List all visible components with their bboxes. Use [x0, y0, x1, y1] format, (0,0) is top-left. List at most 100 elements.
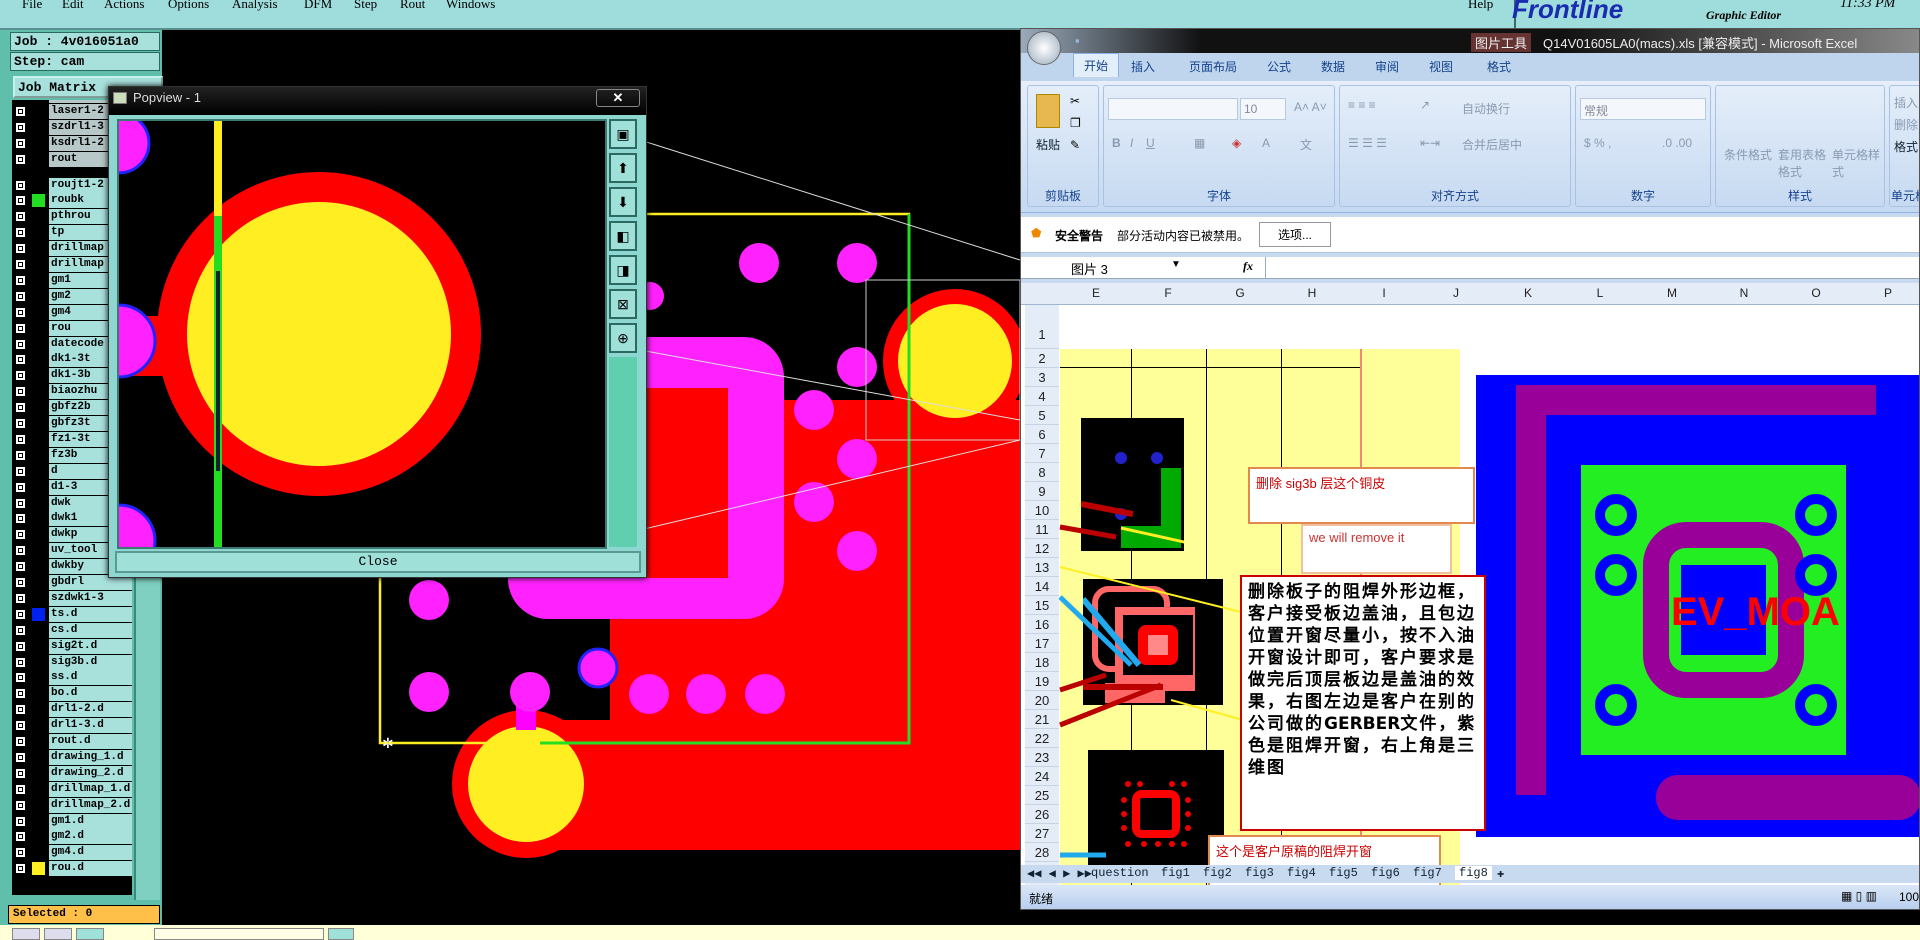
- row-header[interactable]: 3: [1025, 368, 1059, 387]
- column-header[interactable]: P: [1852, 286, 1919, 300]
- tab-data[interactable]: 数据: [1321, 58, 1345, 75]
- popview-canvas[interactable]: [117, 119, 607, 549]
- sheet-nav-icon[interactable]: ◀◀ ◀ ▶ ▶▶: [1027, 866, 1092, 881]
- align-left-icon[interactable]: ☰ ☰ ☰: [1348, 136, 1387, 150]
- popview-titlebar[interactable]: Popview - 1 ✕: [109, 87, 646, 115]
- formula-input[interactable]: [1265, 257, 1919, 278]
- format-painter-icon[interactable]: ✎: [1070, 138, 1080, 152]
- row-header[interactable]: 24: [1025, 767, 1059, 786]
- font-size-select[interactable]: 10: [1240, 98, 1286, 120]
- note-we-will-remove[interactable]: we will remove it: [1301, 524, 1452, 574]
- column-header[interactable]: L: [1564, 286, 1636, 300]
- row-header[interactable]: 25: [1025, 786, 1059, 805]
- row-header[interactable]: 12: [1025, 539, 1059, 558]
- tab-page-layout[interactable]: 页面布局: [1189, 58, 1237, 75]
- column-header[interactable]: K: [1492, 286, 1564, 300]
- row-header[interactable]: 10: [1025, 501, 1059, 520]
- tab-format[interactable]: 格式: [1487, 58, 1511, 75]
- column-header[interactable]: E: [1060, 286, 1132, 300]
- italic-button[interactable]: I: [1130, 136, 1133, 150]
- column-header[interactable]: O: [1780, 286, 1852, 300]
- row-header[interactable]: 19: [1025, 672, 1059, 691]
- merge-center-button[interactable]: 合并后居中: [1462, 136, 1522, 153]
- tab-home[interactable]: 开始: [1073, 53, 1120, 77]
- sheet-tab-fig5[interactable]: fig5: [1329, 866, 1358, 880]
- pan-right-button[interactable]: ◨: [609, 255, 637, 285]
- row-header[interactable]: 23: [1025, 748, 1059, 767]
- grow-font-icon[interactable]: A˄ A˅: [1294, 100, 1327, 114]
- cut-icon[interactable]: ✂: [1070, 94, 1080, 108]
- note-main-instruction[interactable]: 删除板子的阻焊外形边框，客户接受板边盖油，且包边位置开窗尽量小，按不入油开窗设计…: [1240, 575, 1486, 831]
- close-button[interactable]: Close: [115, 551, 641, 573]
- row-header[interactable]: 26: [1025, 805, 1059, 824]
- office-button[interactable]: [1027, 31, 1061, 65]
- format-table-button[interactable]: 套用表格格式: [1778, 146, 1828, 180]
- name-box[interactable]: 图片 3: [1025, 259, 1165, 278]
- close-icon[interactable]: ✕: [596, 89, 640, 107]
- save-icon[interactable]: ▪: [1075, 33, 1080, 48]
- sheet-tab-fig6[interactable]: fig6: [1371, 866, 1400, 880]
- format-cells-button[interactable]: 格式: [1894, 138, 1918, 155]
- zoom-level[interactable]: 100: [1899, 890, 1919, 904]
- bold-button[interactable]: B: [1112, 136, 1121, 150]
- tab-insert[interactable]: 插入: [1131, 58, 1155, 75]
- underline-button[interactable]: U: [1146, 136, 1155, 150]
- row-header[interactable]: 5: [1025, 406, 1059, 425]
- worksheet-grid[interactable]: EV_MOA 删除 sig3b 层这个铜皮 we will remove it …: [1021, 305, 1919, 895]
- row-header[interactable]: 16: [1025, 615, 1059, 634]
- currency-icon[interactable]: $ % ,: [1584, 136, 1611, 150]
- column-header[interactable]: G: [1204, 286, 1276, 300]
- view-normal-icon[interactable]: ▦ ▯ ▥: [1841, 889, 1877, 903]
- row-header[interactable]: 17: [1025, 634, 1059, 653]
- row-header[interactable]: 14: [1025, 577, 1059, 596]
- center-button[interactable]: ⊕: [609, 323, 637, 353]
- fit-button[interactable]: ⊠: [609, 289, 637, 319]
- number-format-select[interactable]: 常规: [1580, 98, 1706, 120]
- tab-formulas[interactable]: 公式: [1267, 58, 1291, 75]
- row-header[interactable]: 2: [1025, 349, 1059, 368]
- delete-cells-button[interactable]: 删除: [1894, 116, 1918, 133]
- copy-icon[interactable]: ❐: [1070, 116, 1081, 130]
- cell-styles-button[interactable]: 单元格样式: [1832, 146, 1882, 180]
- zoom-in-button[interactable]: ⬆: [609, 153, 637, 183]
- row-header[interactable]: 4: [1025, 387, 1059, 406]
- sheet-tab-fig8[interactable]: fig8: [1455, 866, 1492, 880]
- decimal-icon[interactable]: .0 .00: [1662, 136, 1692, 150]
- options-button[interactable]: 选项...: [1259, 222, 1332, 247]
- conditional-format-button[interactable]: 条件格式: [1724, 146, 1774, 163]
- dropdown-icon[interactable]: ▼: [1171, 259, 1181, 270]
- row-header[interactable]: 21: [1025, 710, 1059, 729]
- row-header[interactable]: 15: [1025, 596, 1059, 615]
- row-header[interactable]: 18: [1025, 653, 1059, 672]
- sheet-tab-question[interactable]: question: [1091, 866, 1149, 880]
- row-header[interactable]: 11: [1025, 520, 1059, 539]
- sheet-tab-fig7[interactable]: fig7: [1413, 866, 1442, 880]
- zoom-home-button[interactable]: ▣: [609, 119, 637, 149]
- sheet-tab-fig2[interactable]: fig2: [1203, 866, 1232, 880]
- orientation-icon[interactable]: ↗: [1420, 98, 1430, 112]
- fx-icon[interactable]: fx: [1243, 259, 1253, 274]
- row-header[interactable]: 6: [1025, 425, 1059, 444]
- insert-cells-button[interactable]: 插入: [1894, 94, 1918, 111]
- row-header[interactable]: 20: [1025, 691, 1059, 710]
- tab-review[interactable]: 审阅: [1375, 58, 1399, 75]
- row-header[interactable]: 9: [1025, 482, 1059, 501]
- note-remove-copper[interactable]: 删除 sig3b 层这个铜皮: [1248, 467, 1475, 524]
- font-color-icon[interactable]: A: [1262, 136, 1270, 150]
- tab-view[interactable]: 视图: [1429, 58, 1453, 75]
- sheet-tab-fig1[interactable]: fig1: [1161, 866, 1190, 880]
- excel-titlebar[interactable]: ▪ 图片工具 Q14V01605LA0(macs).xls [兼容模式] - M…: [1021, 29, 1919, 65]
- indent-icon[interactable]: ⇤⇥: [1420, 136, 1440, 150]
- phonetic-icon[interactable]: 文: [1300, 136, 1312, 153]
- pan-left-button[interactable]: ◧: [609, 221, 637, 251]
- wrap-text-button[interactable]: 自动换行: [1462, 100, 1510, 117]
- row-header[interactable]: 1: [1025, 305, 1059, 349]
- row-header[interactable]: 13: [1025, 558, 1059, 577]
- row-header[interactable]: 27: [1025, 824, 1059, 843]
- column-header[interactable]: H: [1276, 286, 1348, 300]
- column-header[interactable]: M: [1636, 286, 1708, 300]
- sheet-tab-fig3[interactable]: fig3: [1245, 866, 1274, 880]
- row-header[interactable]: 7: [1025, 444, 1059, 463]
- borders-icon[interactable]: ▦: [1194, 136, 1205, 150]
- column-header[interactable]: F: [1132, 286, 1204, 300]
